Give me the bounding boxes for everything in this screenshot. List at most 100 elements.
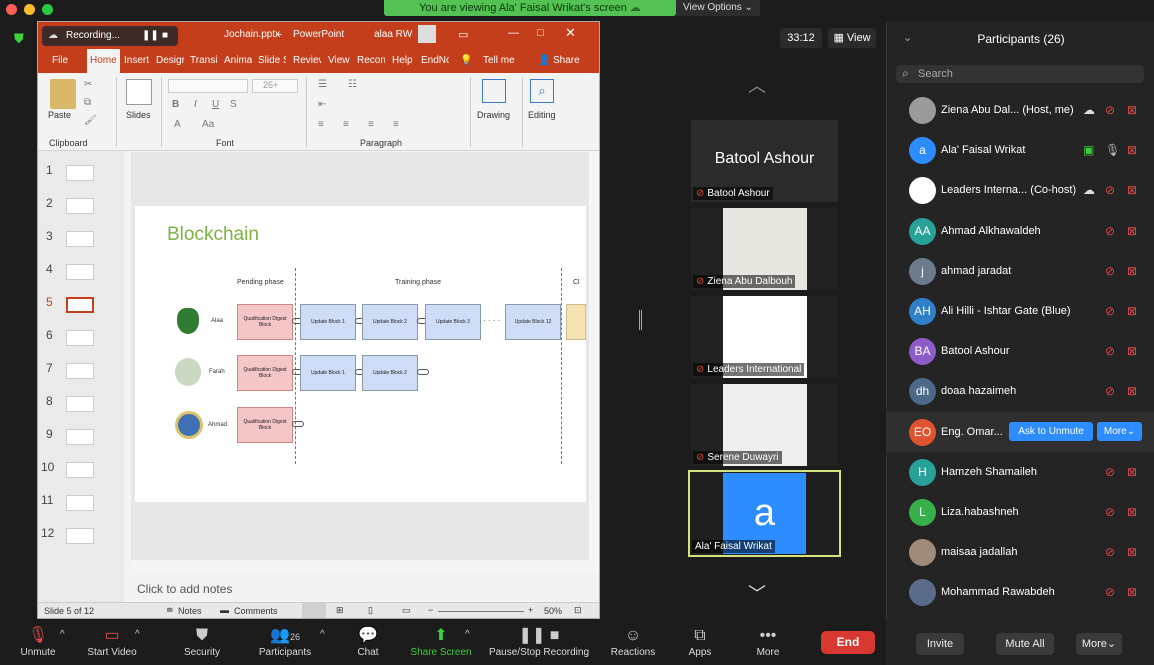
indent-icon[interactable]: ⇤ <box>318 99 326 110</box>
slideshow-icon[interactable]: ▭ <box>402 605 411 616</box>
pause-icon[interactable]: ❚❚ <box>142 26 159 46</box>
video-off-icon[interactable]: ⊠ <box>1127 103 1137 117</box>
tab-view[interactable]: View <box>328 49 352 73</box>
minimize-icon[interactable]: — <box>508 27 519 39</box>
slide-thumbnail[interactable] <box>66 363 94 379</box>
align-left-icon[interactable]: ≡ <box>318 119 324 130</box>
vertical-scrollbar[interactable] <box>589 152 599 572</box>
participant-row[interactable]: j ahmad jaradat ⊘ ⊠ <box>887 251 1154 291</box>
drawing-icon[interactable] <box>482 79 506 103</box>
italic-icon[interactable]: I <box>194 99 197 110</box>
participant-row[interactable]: Ziena Abu Dal... (Host, me) ☁ ⊘ ⊠ <box>887 90 1154 130</box>
video-tile[interactable]: Batool Ashour ⊘ Batool Ashour <box>691 120 838 202</box>
align-right-icon[interactable]: ≡ <box>368 119 374 130</box>
video-off-icon[interactable]: ⊠ <box>1127 264 1137 278</box>
participant-row[interactable]: AH Ali Hilli - Ishtar Gate (Blue) ⊘ ⊠ <box>887 291 1154 331</box>
tab-animations[interactable]: Anima <box>224 49 252 73</box>
strike-icon[interactable]: S <box>230 99 237 110</box>
align-center-icon[interactable]: ≡ <box>343 119 349 130</box>
video-off-icon[interactable]: ⊠ <box>1127 344 1137 358</box>
chevron-up-icon[interactable]: ^ <box>135 629 140 640</box>
horizontal-scrollbar[interactable] <box>131 560 589 572</box>
current-slide[interactable]: Blockchain Pending phase Training phase … <box>135 206 586 502</box>
mic-muted-icon[interactable]: ⊘ <box>1105 344 1115 358</box>
apps-button[interactable]: ⧉ Apps <box>680 621 720 665</box>
slide-editor[interactable]: Blockchain Pending phase Training phase … <box>131 152 599 572</box>
slide-thumbnail-pane[interactable]: 1 2 3 4 5 6 7 8 9 10 11 12 <box>38 151 124 603</box>
search-input[interactable]: ⌕ Search <box>896 65 1144 83</box>
chevron-up-icon[interactable]: ︿ <box>748 72 766 98</box>
editing-button[interactable]: Editing <box>528 110 556 120</box>
start-video-button[interactable]: ▭ Start Video <box>82 621 142 665</box>
font-size-select[interactable]: 26+ <box>252 79 298 93</box>
participant-row[interactable]: dh doaa hazaimeh ⊘ ⊠ <box>887 371 1154 411</box>
invite-button[interactable]: Invite <box>916 633 964 655</box>
end-meeting-button[interactable]: End <box>821 631 875 654</box>
cut-icon[interactable]: ✂ <box>84 79 92 90</box>
underline-icon[interactable]: U <box>212 99 219 110</box>
view-options-button[interactable]: View Options ⌄ <box>676 0 760 16</box>
zoom-slider[interactable] <box>438 611 524 612</box>
participant-row[interactable]: Leaders Interna... (Co-host) ☁ ⊘ ⊠ <box>887 170 1154 210</box>
mic-muted-icon[interactable]: ⊘ <box>1105 103 1115 117</box>
new-slide-icon[interactable] <box>126 79 152 105</box>
drawing-button[interactable]: Drawing <box>477 110 510 120</box>
slide-thumbnail[interactable] <box>66 462 94 478</box>
tab-design[interactable]: Design <box>156 49 184 73</box>
slide-sorter-icon[interactable]: ⊞ <box>336 605 344 616</box>
stop-icon[interactable]: ■ <box>162 26 168 46</box>
tab-transitions[interactable]: Transit <box>190 49 218 73</box>
zoom-out-icon[interactable]: − <box>428 605 433 615</box>
slide-thumbnail[interactable] <box>66 165 94 181</box>
slide-thumbnail[interactable] <box>66 495 94 511</box>
normal-view-icon[interactable] <box>302 603 326 618</box>
chevron-up-icon[interactable]: ^ <box>465 629 470 640</box>
tell-me-search[interactable]: Tell me <box>483 49 515 73</box>
video-off-icon[interactable]: ⊠ <box>1127 143 1137 157</box>
fit-slide-icon[interactable]: ⊡ <box>574 605 582 616</box>
slide-thumbnail[interactable] <box>66 264 94 280</box>
mic-muted-icon[interactable]: ⊘ <box>1105 224 1115 238</box>
more-button[interactable]: More⌄ <box>1097 421 1142 441</box>
participant-row[interactable]: maisaa jadallah ⊘ ⊠ <box>887 532 1154 572</box>
close-icon[interactable]: ✕ <box>565 25 576 41</box>
mic-muted-icon[interactable]: ⊘ <box>1105 264 1115 278</box>
video-off-icon[interactable]: ⊠ <box>1127 304 1137 318</box>
mic-muted-icon[interactable]: ⊘ <box>1105 304 1115 318</box>
avatar[interactable] <box>418 25 436 43</box>
slide-thumbnail-current[interactable] <box>66 297 94 313</box>
mic-muted-icon[interactable]: ⊘ <box>1105 585 1115 599</box>
justify-icon[interactable]: ≡ <box>393 119 399 130</box>
mic-muted-icon[interactable]: ⊘ <box>1105 183 1115 197</box>
slide-thumbnail[interactable] <box>66 396 94 412</box>
more-options-button[interactable]: More⌄ <box>1076 633 1122 655</box>
tab-endnote[interactable]: EndNo <box>421 49 449 73</box>
security-button[interactable]: ⛊ Security <box>176 621 228 665</box>
slide-thumbnail[interactable] <box>66 330 94 346</box>
zoom-level[interactable]: 50% <box>544 606 562 616</box>
video-tile-active[interactable]: a Ala' Faisal Wrikat <box>688 470 841 557</box>
notes-pane[interactable]: Click to add notes <box>131 577 599 601</box>
pause-stop-recording-button[interactable]: ❚❚ ■ Pause/Stop Recording <box>486 621 592 665</box>
comments-button[interactable]: Comments <box>234 606 278 616</box>
participant-row[interactable]: AA Ahmad Alkhawaldeh ⊘ ⊠ <box>887 211 1154 251</box>
zoom-in-icon[interactable]: + <box>528 605 533 615</box>
bold-icon[interactable]: B <box>172 99 179 110</box>
reading-view-icon[interactable]: ▯ <box>368 605 373 616</box>
tab-record[interactable]: Recon <box>357 49 385 73</box>
search-icon[interactable]: ⌕ <box>530 79 554 103</box>
video-tile[interactable]: ⊘ Serene Duwayri <box>691 384 838 466</box>
video-off-icon[interactable]: ⊠ <box>1127 224 1137 238</box>
format-painter-icon[interactable]: 🖌 <box>84 115 97 126</box>
view-button[interactable]: ▦ View <box>828 28 876 48</box>
video-off-icon[interactable]: ⊠ <box>1127 545 1137 559</box>
mic-icon[interactable]: 🎙 <box>1105 143 1120 157</box>
slide-thumbnail[interactable] <box>66 429 94 445</box>
unmute-button[interactable]: 🎙 Unmute <box>14 621 62 665</box>
tab-review[interactable]: Review <box>293 49 321 73</box>
chevron-down-icon[interactable]: ﹀ <box>748 580 766 606</box>
mic-muted-icon[interactable]: ⊘ <box>1105 545 1115 559</box>
slides-button[interactable]: Slides <box>126 110 151 120</box>
mic-muted-icon[interactable]: ⊘ <box>1105 384 1115 398</box>
tab-file[interactable]: File <box>52 49 68 73</box>
